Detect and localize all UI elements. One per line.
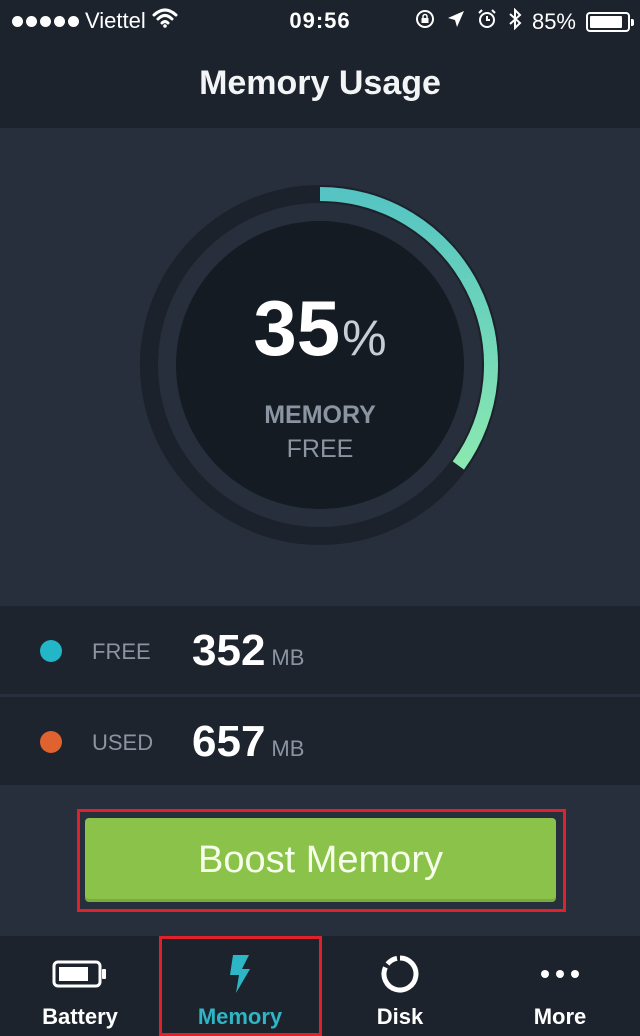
gauge-unit: %	[342, 310, 387, 366]
boost-memory-button[interactable]: Boost Memory	[85, 818, 556, 902]
free-value: 352	[192, 626, 266, 675]
gauge-label-free: FREE	[286, 435, 354, 463]
navigation-bar: Memory Usage	[0, 40, 640, 128]
tab-bar: Battery Memory Disk More	[0, 936, 640, 1036]
alarm-icon	[476, 8, 498, 36]
tab-battery-label: Battery	[42, 1004, 118, 1029]
boost-area: Boost Memory	[0, 785, 640, 936]
used-indicator-dot	[40, 731, 62, 753]
tab-memory-label: Memory	[197, 1004, 283, 1029]
free-memory-row: FREE 352 MB	[0, 606, 640, 694]
tab-more[interactable]: More	[480, 936, 640, 1036]
gauge-label-memory: MEMORY	[264, 401, 376, 429]
bluetooth-icon	[508, 7, 522, 36]
tab-disk[interactable]: Disk	[320, 936, 480, 1036]
status-right: 85%	[414, 7, 634, 36]
gauge-readout: 35% MEMORY FREE	[140, 185, 500, 545]
gauge-value: 35	[253, 284, 341, 372]
location-icon	[446, 9, 466, 35]
battery-icon	[0, 954, 160, 994]
used-label: USED	[92, 730, 154, 755]
free-value-group: 352 MB	[192, 626, 304, 676]
free-unit: MB	[271, 645, 305, 670]
used-value-group: 657 MB	[192, 717, 304, 767]
used-unit: MB	[271, 736, 305, 761]
free-label: FREE	[92, 639, 151, 664]
memory-gauge-panel: 35% MEMORY FREE	[0, 128, 640, 606]
tab-battery[interactable]: Battery	[0, 936, 160, 1036]
more-dots-icon	[480, 954, 640, 994]
free-indicator-dot	[40, 640, 62, 662]
used-value: 657	[192, 717, 266, 766]
battery-level-icon	[586, 12, 634, 32]
rotation-lock-icon	[414, 8, 436, 36]
disk-icon	[320, 954, 480, 994]
tab-memory[interactable]: Memory	[160, 936, 320, 1036]
battery-percent: 85%	[531, 9, 576, 34]
lightning-icon	[160, 954, 320, 994]
page-title: Memory Usage	[199, 64, 441, 102]
gauge-percent: 35%	[140, 283, 500, 374]
status-bar: Viettel 09:56 85%	[0, 0, 640, 40]
tab-more-label: More	[533, 1004, 587, 1029]
tab-disk-label: Disk	[376, 1004, 424, 1029]
used-memory-row: USED 657 MB	[0, 697, 640, 785]
